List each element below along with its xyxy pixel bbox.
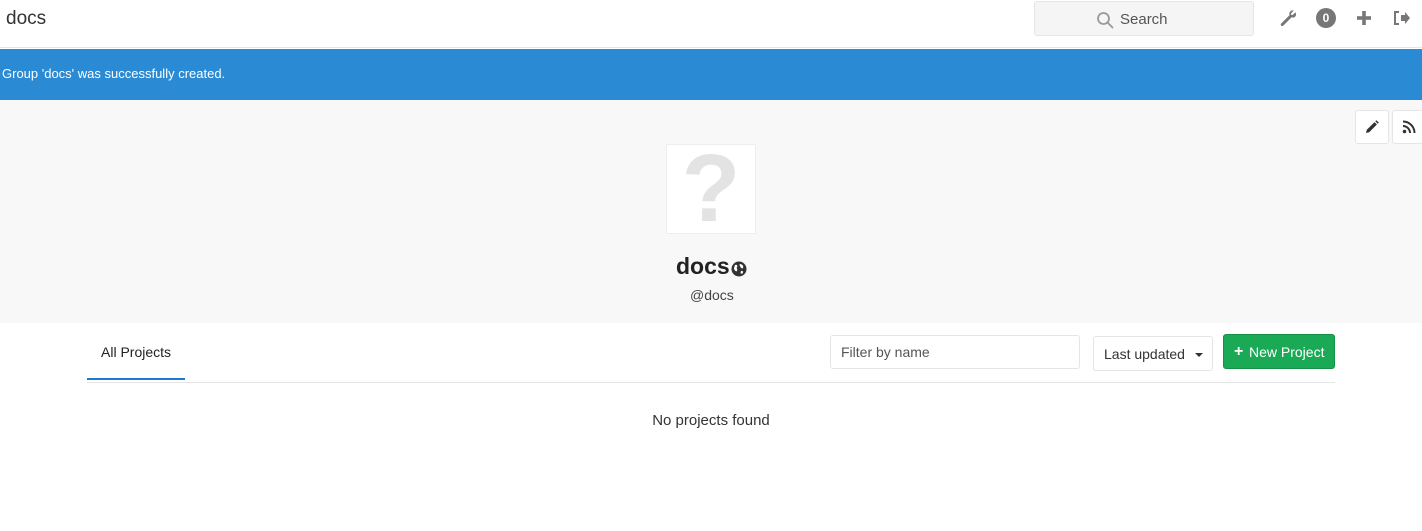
rss-feed-button[interactable]: [1392, 110, 1422, 144]
search-box[interactable]: Search: [1034, 1, 1254, 36]
sign-out-button[interactable]: [1392, 8, 1412, 28]
page-title[interactable]: docs: [6, 8, 46, 30]
plus-icon: +: [1234, 343, 1244, 360]
flash-notice: Group 'docs' was successfully created.: [0, 49, 1422, 100]
avatar-placeholder-glyph: ?: [681, 135, 741, 242]
tab-label: All Projects: [101, 344, 172, 360]
empty-state-message: No projects found: [652, 412, 770, 429]
search-placeholder: Search: [1120, 11, 1168, 28]
edit-group-button[interactable]: [1355, 110, 1389, 144]
new-project-button[interactable]: + New Project: [1223, 334, 1335, 369]
top-navbar: docs Search 0: [0, 0, 1422, 48]
sign-out-icon: [1394, 11, 1410, 25]
group-header: ? docs @docs: [0, 100, 1422, 323]
admin-area-button[interactable]: [1278, 8, 1298, 28]
caret-down-icon: [1195, 353, 1203, 357]
search-icon: [1097, 12, 1114, 29]
group-handle: @docs: [690, 287, 734, 303]
filter-by-name-input[interactable]: [830, 335, 1080, 369]
flash-message: Group 'docs' was successfully created.: [2, 66, 226, 81]
pencil-icon: [1366, 120, 1379, 133]
globe-icon: [731, 261, 747, 277]
new-item-button[interactable]: [1354, 8, 1374, 28]
plus-icon: [1357, 11, 1371, 25]
sort-selected-label: Last updated: [1104, 346, 1185, 362]
wrench-icon: [1280, 10, 1297, 27]
new-project-label: New Project: [1249, 344, 1325, 360]
todos-count-badge[interactable]: 0: [1316, 8, 1336, 28]
rss-icon: [1402, 120, 1416, 134]
group-avatar: ?: [666, 135, 756, 242]
tabs-divider: [87, 382, 1335, 383]
sort-dropdown[interactable]: Last updated: [1093, 336, 1213, 371]
tab-all-projects[interactable]: All Projects: [87, 323, 185, 380]
group-name: docs: [676, 253, 730, 279]
